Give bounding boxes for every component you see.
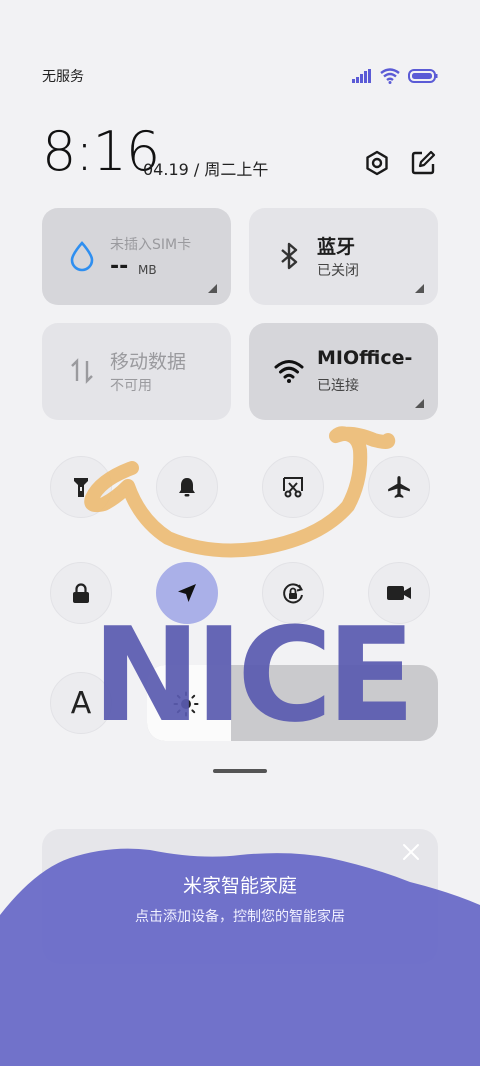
- card-title: 米家智能家庭: [182, 875, 297, 897]
- close-icon[interactable]: [402, 843, 420, 861]
- card-subtitle: 点击添加设备，控制您的智能家居: [135, 909, 345, 925]
